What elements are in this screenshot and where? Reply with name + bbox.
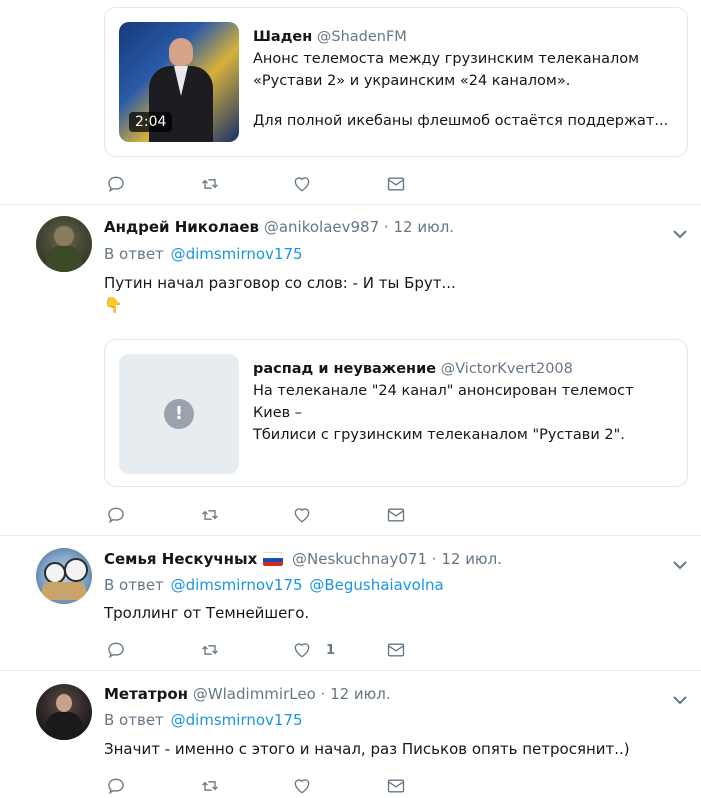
reply-mention-link[interactable]: @dimsmirnov175	[171, 576, 303, 594]
retweet-icon	[202, 781, 218, 791]
chevron-down-icon	[673, 696, 687, 705]
quoted-author-name: распад и неуважение	[253, 361, 437, 377]
heart-icon	[294, 508, 310, 523]
author-name[interactable]: Метатрон	[104, 685, 188, 703]
tweet-date[interactable]: · 12 июл.	[432, 550, 502, 568]
avatar[interactable]	[36, 684, 92, 740]
tweet-date[interactable]: · 12 июл.	[321, 685, 391, 703]
author-handle[interactable]: @anikolaev987	[264, 218, 379, 236]
author-handle[interactable]: @Neskuchnay071	[292, 550, 427, 568]
reply-icon	[108, 176, 124, 193]
direct-message-button[interactable]	[386, 172, 406, 196]
heart-icon	[294, 177, 310, 192]
quoted-tweet-card[interactable]: 2:04 Шаден @ShadenFM Анонс телемоста меж…	[104, 7, 688, 157]
tweet-text: Троллинг от Темнейшего.	[104, 604, 310, 622]
retweet-button[interactable]	[200, 172, 220, 196]
tweet-text-line: Путин начал разговор со слов: - И ты Бру…	[104, 274, 456, 292]
retweet-icon	[202, 179, 218, 189]
like-button[interactable]	[292, 172, 312, 196]
quoted-text-line: На телеканале "24 канал" анонсирован тел…	[253, 383, 634, 421]
retweet-icon	[202, 645, 218, 655]
tweet-divider	[0, 204, 701, 205]
envelope-icon	[387, 643, 405, 657]
presenter-head	[169, 38, 193, 66]
reply-context: В ответ @dimsmirnov175	[104, 711, 303, 729]
media-placeholder[interactable]: !	[119, 354, 239, 474]
like-count: 1	[326, 642, 336, 658]
direct-message-button[interactable]	[386, 774, 406, 798]
like-button[interactable]: 1	[292, 638, 335, 662]
video-thumbnail[interactable]: 2:04	[119, 22, 239, 142]
reply-icon	[108, 642, 124, 659]
avatar[interactable]	[36, 216, 92, 272]
author-handle[interactable]: @WladimmirLeo	[193, 685, 316, 703]
tweet-header: Семья Нескучных @Neskuchnay071 · 12 июл.	[104, 550, 502, 568]
direct-message-button[interactable]	[386, 503, 406, 527]
author-name[interactable]: Семья Нескучных	[104, 550, 257, 568]
reply-prefix: В ответ	[104, 711, 164, 729]
tweet-header: Андрей Николаев @anikolaev987 · 12 июл.	[104, 218, 454, 236]
tweet-divider	[0, 535, 701, 536]
pointing-down-emoji: 👇	[104, 296, 123, 314]
quoted-text-line: Для полной икебаны флешмоб остаётся подд…	[253, 113, 669, 129]
tweet-actions	[104, 774, 424, 798]
direct-message-button[interactable]	[386, 638, 406, 662]
envelope-icon	[387, 177, 405, 191]
quoted-text-line: Анонс телемоста между грузинским телекан…	[253, 51, 640, 67]
reply-button[interactable]	[106, 638, 126, 662]
more-options-chevron[interactable]	[672, 224, 688, 239]
more-options-chevron[interactable]	[672, 690, 688, 705]
reply-icon	[108, 507, 124, 524]
chevron-down-icon	[673, 230, 687, 239]
tweet-text: Значит - именно с этого и начал, раз Пис…	[104, 740, 630, 758]
retweet-icon	[202, 510, 218, 520]
envelope-icon	[387, 508, 405, 522]
author-name[interactable]: Андрей Николаев	[104, 218, 259, 236]
alert-icon: !	[164, 399, 194, 429]
more-options-chevron[interactable]	[672, 555, 688, 570]
russia-flag-icon	[263, 552, 284, 566]
chevron-down-icon	[673, 561, 687, 570]
reply-context: В ответ @dimsmirnov175 @Begushaiavolna	[104, 576, 444, 594]
reply-context: В ответ @dimsmirnov175	[104, 245, 303, 263]
tweet-header: Метатрон @WladimmirLeo · 12 июл.	[104, 685, 391, 703]
reply-button[interactable]	[106, 774, 126, 798]
video-duration: 2:04	[129, 112, 173, 132]
heart-icon	[294, 643, 310, 658]
avatar[interactable]	[36, 548, 92, 604]
retweet-button[interactable]	[200, 503, 220, 527]
like-button[interactable]	[292, 774, 312, 798]
quoted-text-line: «Рустави 2» и украинским «24 каналом».	[253, 73, 571, 89]
quoted-author-name: Шаден	[253, 29, 313, 45]
retweet-button[interactable]	[200, 638, 220, 662]
retweet-button[interactable]	[200, 774, 220, 798]
tweet-divider	[0, 670, 701, 671]
tweet-actions: 1	[104, 638, 424, 662]
reply-prefix: В ответ	[104, 576, 164, 594]
like-button[interactable]	[292, 503, 312, 527]
reply-mention-link[interactable]: @Begushaiavolna	[309, 576, 443, 594]
quoted-author-handle: @VictorKvert2008	[440, 361, 573, 377]
tweet-text: Путин начал разговор со слов: - И ты Бру…	[104, 272, 456, 316]
reply-mention-link[interactable]: @dimsmirnov175	[171, 711, 303, 729]
reply-mention-link[interactable]: @dimsmirnov175	[171, 245, 303, 263]
envelope-icon	[387, 779, 405, 793]
tweet-actions	[104, 172, 424, 196]
reply-icon	[108, 778, 124, 795]
reply-button[interactable]	[106, 172, 126, 196]
heart-icon	[294, 779, 310, 794]
quoted-tweet-card[interactable]: ! распад и неуважение @VictorKvert2008 Н…	[104, 339, 688, 487]
reply-prefix: В ответ	[104, 245, 164, 263]
tweet-date[interactable]: · 12 июл.	[384, 218, 454, 236]
reply-button[interactable]	[106, 503, 126, 527]
quoted-text-line: Тбилиси с грузинским телеканалом "Рустав…	[253, 427, 625, 443]
tweet-actions	[104, 503, 424, 527]
quoted-author-handle: @ShadenFM	[316, 29, 407, 45]
